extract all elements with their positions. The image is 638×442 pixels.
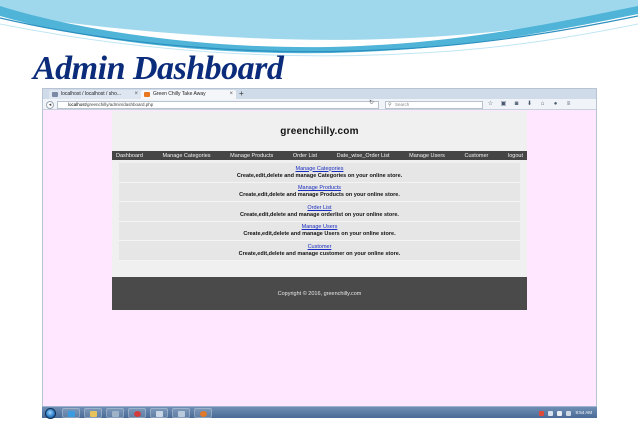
- footer-copyright: Copyright © 2016, greenchilly.com: [277, 290, 362, 297]
- clipboard-icon[interactable]: ▣: [500, 101, 507, 107]
- folder-icon: [90, 411, 97, 417]
- site-footer: Copyright © 2016, greenchilly.com: [112, 277, 527, 310]
- opera-icon: [134, 411, 141, 417]
- site-title: greenchilly.com: [280, 125, 359, 137]
- card-manage-users: Manage Users Create,edit,delete and mana…: [119, 221, 520, 242]
- taskbar-explorer[interactable]: [84, 408, 102, 418]
- slide-title: Admin Dashboard: [33, 50, 284, 87]
- taskbar-app[interactable]: [150, 408, 168, 418]
- card-link-customer[interactable]: Customer: [119, 244, 520, 251]
- search-input[interactable]: ⚲ Search: [385, 100, 483, 109]
- window-icon: [156, 411, 163, 417]
- tab-bar: localhost / localhost / sho... × Green C…: [43, 89, 596, 99]
- volume-icon[interactable]: [557, 410, 562, 416]
- search-placeholder: Search: [395, 101, 410, 107]
- new-tab-button[interactable]: +: [239, 89, 244, 99]
- clock[interactable]: 9:54 AM: [575, 407, 592, 419]
- nav-manage-categories[interactable]: Manage Categories: [163, 153, 211, 159]
- card-customer: Customer Create,edit,delete and manage c…: [119, 241, 520, 261]
- network-icon[interactable]: [548, 410, 553, 416]
- flag-icon[interactable]: [539, 410, 544, 416]
- card-manage-categories: Manage Categories Create,edit,delete and…: [119, 163, 520, 183]
- card-description: Create,edit,delete and manage orderlist …: [240, 211, 399, 218]
- nav-manage-users[interactable]: Manage Users: [409, 153, 445, 159]
- taskbar-app[interactable]: [172, 408, 190, 418]
- url-host: localhost: [68, 101, 86, 107]
- nav-logout[interactable]: logout: [508, 153, 523, 159]
- reload-icon[interactable]: ↻: [369, 99, 374, 107]
- firefox-icon: [200, 411, 207, 417]
- home-icon[interactable]: ⌂: [539, 101, 546, 107]
- site-header: greenchilly.com: [112, 111, 527, 151]
- tab-label: Green Chilly Take Away: [153, 91, 206, 97]
- toolbar-icons: ☆ ▣ ◙ ⬇ ⌂ ● ≡: [487, 99, 572, 109]
- ie-icon: [68, 411, 75, 417]
- taskbar-firefox[interactable]: [194, 408, 212, 418]
- nav-order-list[interactable]: Order List: [293, 153, 317, 159]
- tab-favicon-icon: [144, 92, 150, 97]
- tab-localhost[interactable]: localhost / localhost / sho... ×: [49, 90, 141, 99]
- tab-label: localhost / localhost / sho...: [61, 91, 122, 97]
- chat-icon[interactable]: ●: [552, 101, 559, 107]
- nav-customer[interactable]: Customer: [465, 153, 489, 159]
- slide: Admin Dashboard localhost / localhost / …: [0, 0, 638, 442]
- site-nav: Dashboard Manage Categories Manage Produ…: [112, 151, 527, 160]
- pocket-icon[interactable]: ◙: [513, 101, 520, 107]
- system-tray: [539, 407, 571, 419]
- tab-green-chilly[interactable]: Green Chilly Take Away ×: [141, 90, 236, 99]
- taskbar-ie[interactable]: [62, 408, 80, 418]
- dashboard-cards: Manage Categories Create,edit,delete and…: [119, 163, 520, 261]
- language-icon[interactable]: [566, 410, 571, 416]
- nav-dashboard[interactable]: Dashboard: [116, 153, 143, 159]
- taskbar: 9:54 AM: [42, 406, 597, 419]
- site-container: greenchilly.com Dashboard Manage Categor…: [112, 111, 527, 310]
- address-bar[interactable]: localhost/greenchilly/admin/dashboard.ph…: [57, 100, 379, 109]
- card-order-list: Order List Create,edit,delete and manage…: [119, 202, 520, 222]
- card-description: Create,edit,delete and manage customer o…: [238, 250, 401, 257]
- taskbar-opera[interactable]: [128, 408, 146, 418]
- card-description: Create,edit,delete and manage Users on y…: [243, 231, 396, 238]
- start-button[interactable]: [45, 407, 56, 419]
- card-link-order-list[interactable]: Order List: [119, 205, 520, 212]
- close-icon[interactable]: ×: [134, 90, 138, 99]
- close-icon[interactable]: ×: [229, 90, 233, 99]
- download-icon[interactable]: ⬇: [526, 101, 533, 107]
- card-link-manage-categories[interactable]: Manage Categories: [119, 166, 520, 173]
- nav-date-wise-order-list[interactable]: Date_wise_Order List: [337, 153, 390, 159]
- page-viewport: greenchilly.com Dashboard Manage Categor…: [43, 111, 596, 408]
- url-path: /greenchilly/admin/dashboard.php: [85, 101, 154, 107]
- menu-icon[interactable]: ≡: [565, 101, 572, 107]
- taskbar-media[interactable]: [106, 408, 124, 418]
- window-icon: [178, 411, 185, 417]
- card-description: Create,edit,delete and manage Categories…: [236, 172, 403, 179]
- nav-manage-products[interactable]: Manage Products: [230, 153, 273, 159]
- card-link-manage-users[interactable]: Manage Users: [119, 224, 520, 231]
- card-description: Create,edit,delete and manage Products o…: [239, 192, 400, 199]
- back-button[interactable]: ◂: [46, 100, 54, 109]
- tab-favicon-icon: [52, 92, 58, 97]
- navigation-bar: ◂ localhost/greenchilly/admin/dashboard.…: [43, 99, 596, 110]
- card-link-manage-products[interactable]: Manage Products: [119, 185, 520, 192]
- star-icon[interactable]: ☆: [487, 101, 494, 107]
- search-icon: ⚲: [388, 101, 392, 108]
- media-icon: [112, 411, 119, 417]
- browser-window: localhost / localhost / sho... × Green C…: [42, 88, 597, 418]
- card-manage-products: Manage Products Create,edit,delete and m…: [119, 182, 520, 203]
